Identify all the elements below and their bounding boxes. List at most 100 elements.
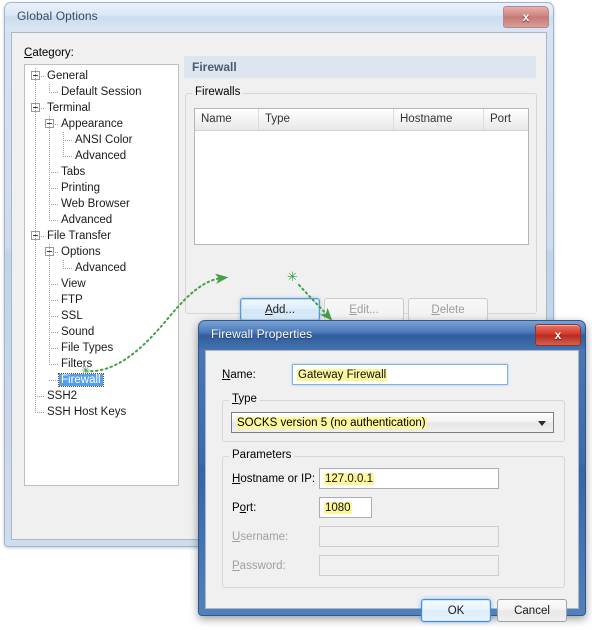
username-input bbox=[319, 526, 499, 547]
tree-item-advanced[interactable]: Advanced bbox=[73, 260, 128, 276]
tree-item-label: SSH2 bbox=[47, 390, 78, 402]
tree-guide bbox=[35, 412, 44, 413]
table-header-row: Name Type Hostname Port bbox=[195, 109, 528, 131]
tree-item-ftp[interactable]: FTP bbox=[59, 292, 85, 308]
dialog-client-area: Name: Gateway Firewall Type SOCKS versio… bbox=[205, 350, 579, 622]
parameters-group-caption: Parameters bbox=[229, 449, 295, 461]
type-group-caption: Type bbox=[229, 393, 260, 405]
tree-item-view[interactable]: View bbox=[59, 276, 88, 292]
tree-item-label: FTP bbox=[61, 294, 83, 306]
tree-item-terminal[interactable]: Terminal bbox=[45, 100, 92, 116]
tree-item-label: Options bbox=[61, 246, 101, 258]
tree-item-label: File Transfer bbox=[47, 230, 111, 242]
port-label: Port: bbox=[232, 502, 257, 514]
category-label: Category: bbox=[24, 47, 74, 59]
category-tree[interactable]: General Default Session Terminal Appearance… bbox=[24, 64, 179, 486]
column-header-hostname[interactable]: Hostname bbox=[394, 109, 484, 130]
type-combobox-value: SOCKS version 5 (no authentication) bbox=[236, 416, 427, 429]
main-titlebar[interactable]: Global Options x bbox=[5, 3, 553, 31]
tree-guide bbox=[49, 364, 58, 365]
add-button-label: Add... bbox=[264, 303, 296, 316]
sparkle-icon-add-button: ✳ bbox=[287, 269, 298, 284]
tree-guide-vertical bbox=[49, 84, 50, 93]
tree-item-label: Advanced bbox=[75, 262, 127, 274]
hostname-input[interactable]: 127.0.0.1 bbox=[319, 468, 499, 489]
tree-guide bbox=[49, 284, 58, 285]
tree-item-advanced[interactable]: Advanced bbox=[59, 212, 114, 228]
tree-guide bbox=[49, 380, 58, 381]
dialog-close-icon[interactable]: x bbox=[535, 324, 581, 346]
tree-guide bbox=[49, 204, 58, 205]
page-header-band: Firewall bbox=[184, 56, 536, 78]
tree-item-label: SSH Host Keys bbox=[47, 406, 127, 418]
tree-item-web-browser[interactable]: Web Browser bbox=[59, 196, 132, 212]
tree-item-printing[interactable]: Printing bbox=[59, 180, 102, 196]
tree-item-label: General bbox=[47, 70, 88, 82]
column-header-type[interactable]: Type bbox=[259, 109, 394, 130]
type-combobox[interactable]: SOCKS version 5 (no authentication) bbox=[231, 412, 554, 433]
tree-item-sound[interactable]: Sound bbox=[59, 324, 96, 340]
username-label: Username: bbox=[232, 531, 289, 543]
tree-item-options[interactable]: Options bbox=[59, 244, 103, 260]
tree-item-default-session[interactable]: Default Session bbox=[59, 84, 144, 100]
tree-guide-vertical bbox=[35, 68, 36, 413]
hostname-input-value: 127.0.0.1 bbox=[324, 472, 374, 485]
edit-button-label: Edit... bbox=[349, 303, 379, 316]
tree-guide bbox=[49, 188, 58, 189]
dialog-close-icon-glyph: x bbox=[554, 328, 562, 342]
tree-item-label: Terminal bbox=[47, 102, 91, 114]
cancel-button[interactable]: Cancel bbox=[497, 599, 567, 622]
tree-item-general[interactable]: General bbox=[45, 68, 90, 84]
port-input[interactable]: 1080 bbox=[319, 497, 372, 518]
tree-guide bbox=[49, 300, 58, 301]
tree-item-ssh2[interactable]: SSH2 bbox=[45, 388, 79, 404]
tree-guide-vertical bbox=[49, 116, 50, 221]
tree-item-ssh-host-keys[interactable]: SSH Host Keys bbox=[45, 404, 128, 420]
sparkle-icon-tree: ✳ bbox=[81, 365, 91, 377]
add-button[interactable]: Add... bbox=[240, 298, 320, 321]
tree-item-label: Appearance bbox=[61, 118, 124, 130]
ok-button[interactable]: OK bbox=[421, 599, 491, 622]
tree-guide bbox=[49, 348, 58, 349]
tree-item-label: SSL bbox=[61, 310, 83, 322]
tree-item-label: View bbox=[61, 278, 86, 290]
tree-item-tabs[interactable]: Tabs bbox=[59, 164, 87, 180]
tree-item-advanced[interactable]: Advanced bbox=[73, 148, 128, 164]
tree-item-file-transfer[interactable]: File Transfer bbox=[45, 228, 113, 244]
tree-guide bbox=[49, 220, 58, 221]
dialog-title: Firewall Properties bbox=[211, 327, 313, 341]
dialog-titlebar[interactable]: Firewall Properties x bbox=[199, 321, 585, 349]
tree-guide-vertical bbox=[49, 244, 50, 365]
tree-item-label: Advanced bbox=[75, 150, 127, 162]
tree-guide bbox=[49, 316, 58, 317]
tree-guide bbox=[63, 268, 72, 269]
tree-item-ansi-color[interactable]: ANSI Color bbox=[73, 132, 135, 148]
password-label: Password: bbox=[232, 560, 286, 572]
ok-button-label: OK bbox=[447, 604, 465, 617]
hostname-label: Hostname or IP: bbox=[232, 473, 316, 485]
tree-item-label: File Types bbox=[61, 342, 114, 354]
tree-item-label: Sound bbox=[61, 326, 95, 338]
tree-item-file-types[interactable]: File Types bbox=[59, 340, 115, 356]
close-icon-glyph: x bbox=[522, 10, 530, 24]
tree-item-label: Advanced bbox=[61, 214, 113, 226]
tree-guide bbox=[63, 156, 72, 157]
firewalls-table[interactable]: Name Type Hostname Port bbox=[194, 108, 529, 245]
column-header-name[interactable]: Name bbox=[195, 109, 259, 130]
tree-guide bbox=[35, 396, 44, 397]
page-title: Firewall bbox=[192, 60, 237, 74]
delete-button: Delete bbox=[408, 298, 488, 321]
name-input-value: Gateway Firewall bbox=[297, 368, 388, 381]
tree-item-ssl[interactable]: SSL bbox=[59, 308, 85, 324]
chevron-down-icon[interactable] bbox=[538, 420, 546, 426]
edit-button: Edit... bbox=[324, 298, 404, 321]
delete-button-label: Delete bbox=[431, 303, 465, 316]
tree-item-appearance[interactable]: Appearance bbox=[59, 116, 125, 132]
tree-item-label: Web Browser bbox=[61, 198, 130, 210]
tree-guide bbox=[49, 172, 58, 173]
tree-item-label: Tabs bbox=[61, 166, 86, 178]
tree-guide bbox=[49, 92, 58, 93]
column-header-port[interactable]: Port bbox=[484, 109, 528, 130]
close-icon[interactable]: x bbox=[503, 6, 549, 28]
name-input[interactable]: Gateway Firewall bbox=[292, 364, 508, 385]
